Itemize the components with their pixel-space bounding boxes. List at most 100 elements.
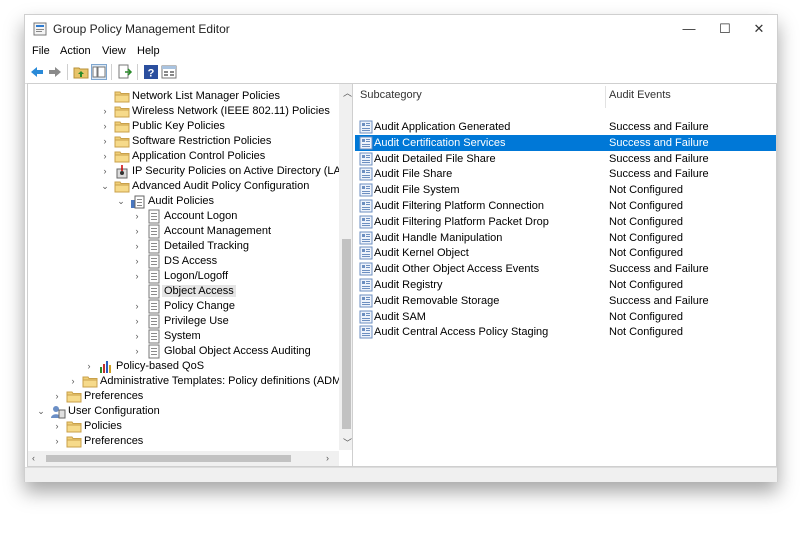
subcategory-row[interactable]: Audit Handle Manipulation Not Configured bbox=[355, 230, 776, 246]
tree-node-label: Account Logon bbox=[164, 210, 238, 222]
scroll-left-icon[interactable]: ‹ bbox=[32, 453, 35, 463]
subcategory-row[interactable]: Audit File System Not Configured bbox=[355, 182, 776, 198]
collapsed-arrow-icon[interactable]: › bbox=[132, 226, 142, 236]
console-tree-pane[interactable]: Network List Manager Policies › Wireless N… bbox=[27, 83, 355, 467]
close-button[interactable]: ✕ bbox=[741, 15, 777, 43]
gpo-editor-app-icon bbox=[33, 22, 47, 36]
audit-events-value: Success and Failure bbox=[609, 294, 709, 307]
audit-setting-icon bbox=[359, 199, 373, 213]
expanded-arrow-icon[interactable]: ⌄ bbox=[100, 181, 110, 191]
collapsed-arrow-icon[interactable]: › bbox=[68, 376, 78, 386]
subcategory-name: Audit Other Object Access Events bbox=[374, 263, 540, 276]
tree-node-label: Wireless Network (IEEE 802.11) Policies bbox=[132, 105, 330, 117]
menu-action[interactable]: Action bbox=[60, 45, 91, 57]
column-header-subcategory[interactable]: Subcategory bbox=[360, 89, 422, 101]
back-arrow-icon[interactable] bbox=[29, 64, 45, 80]
collapsed-arrow-icon[interactable]: › bbox=[84, 361, 94, 371]
forward-arrow-icon[interactable] bbox=[47, 64, 63, 80]
subcategory-name: Audit Filtering Platform Connection bbox=[374, 200, 544, 212]
help-icon[interactable]: ? bbox=[143, 64, 159, 80]
collapsed-arrow-icon[interactable]: › bbox=[100, 136, 110, 146]
collapsed-arrow-icon[interactable]: › bbox=[52, 391, 62, 401]
subcategory-row[interactable]: Audit Certification Services Success and … bbox=[355, 134, 776, 151]
collapsed-arrow-icon[interactable]: › bbox=[100, 166, 110, 176]
tree-node-label: Logon/Logoff bbox=[164, 270, 229, 282]
subcategory-row[interactable]: Audit SAM Not Configured bbox=[355, 309, 776, 325]
folder-icon bbox=[66, 389, 82, 404]
user-config-icon bbox=[50, 404, 66, 419]
scroll-right-icon[interactable]: › bbox=[326, 453, 329, 463]
expanded-arrow-icon[interactable]: ⌄ bbox=[36, 406, 46, 416]
tree-node-label: Preferences bbox=[84, 390, 144, 402]
subcategory-row[interactable]: Audit Removable Storage Success and Failu… bbox=[355, 293, 776, 309]
qos-chart-icon bbox=[98, 359, 114, 374]
tree-node-label: Policy Change bbox=[164, 300, 235, 312]
audit-events-value: Not Configured bbox=[609, 184, 683, 197]
policy-page-icon bbox=[146, 344, 162, 359]
folder-icon bbox=[114, 119, 130, 134]
audit-events-value: Not Configured bbox=[609, 310, 683, 323]
menu-view[interactable]: View bbox=[102, 45, 126, 57]
show-hide-console-tree-icon[interactable] bbox=[91, 64, 107, 80]
maximize-button[interactable]: ☐ bbox=[707, 15, 743, 43]
collapsed-arrow-icon[interactable]: › bbox=[132, 346, 142, 356]
toolbar: ? bbox=[25, 61, 777, 84]
export-list-icon[interactable] bbox=[117, 64, 133, 80]
subcategory-row[interactable]: Audit Detailed File Share Success and Fai… bbox=[355, 151, 776, 167]
collapsed-arrow-icon[interactable]: › bbox=[132, 331, 142, 341]
collapsed-arrow-icon[interactable]: › bbox=[100, 121, 110, 131]
subcategory-name: Audit Certification Services bbox=[374, 136, 506, 149]
details-pane[interactable]: Subcategory Audit Events Audit Applicati… bbox=[352, 83, 777, 467]
collapsed-arrow-icon[interactable]: › bbox=[132, 211, 142, 221]
subcategory-row[interactable]: Audit Central Access Policy Staging Not C… bbox=[355, 324, 776, 340]
window-title: Group Policy Management Editor bbox=[53, 22, 230, 36]
collapsed-arrow-icon[interactable]: › bbox=[100, 106, 110, 116]
column-header-audit-events[interactable]: Audit Events bbox=[609, 89, 671, 101]
properties-view-icon[interactable] bbox=[161, 64, 177, 80]
collapsed-arrow-icon[interactable]: › bbox=[132, 256, 142, 266]
collapsed-arrow-icon[interactable]: › bbox=[132, 271, 142, 281]
expanded-arrow-icon[interactable]: ⌄ bbox=[116, 196, 126, 206]
collapsed-arrow-icon[interactable]: › bbox=[132, 301, 142, 311]
column-divider[interactable] bbox=[605, 86, 606, 108]
audit-setting-icon bbox=[359, 231, 373, 245]
tree-node-label: IP Security Policies on Active Directory… bbox=[132, 165, 354, 177]
collapsed-arrow-icon[interactable]: › bbox=[132, 241, 142, 251]
minimize-button[interactable]: — bbox=[671, 15, 707, 43]
subcategory-name: Audit SAM bbox=[374, 310, 426, 323]
subcategory-row[interactable]: Audit Filtering Platform Connection Not C… bbox=[355, 198, 776, 214]
tree-node-label: Software Restriction Policies bbox=[132, 135, 272, 147]
menu-file[interactable]: File bbox=[32, 45, 50, 57]
scroll-up-icon[interactable]: ︿ bbox=[343, 86, 352, 99]
subcategory-row[interactable]: Audit Registry Not Configured bbox=[355, 277, 776, 293]
folder-icon bbox=[114, 179, 130, 194]
subcategory-row[interactable]: Audit File Share Success and Failure bbox=[355, 166, 776, 182]
audit-events-value: Not Configured bbox=[609, 215, 683, 228]
tree-node-label: Global Object Access Auditing bbox=[164, 345, 311, 357]
scroll-down-icon[interactable]: ﹀ bbox=[343, 436, 352, 449]
tree-vertical-scroll-thumb[interactable] bbox=[342, 239, 351, 429]
collapsed-arrow-icon[interactable]: › bbox=[52, 421, 62, 431]
collapsed-arrow-icon[interactable]: › bbox=[132, 316, 142, 326]
policy-page-icon bbox=[146, 209, 162, 224]
audit-setting-icon bbox=[359, 310, 373, 324]
tree-horizontal-scroll-thumb[interactable] bbox=[46, 455, 291, 462]
subcategory-name: Audit Filtering Platform Packet Drop bbox=[374, 215, 549, 228]
folder-icon bbox=[66, 419, 82, 434]
folder-icon bbox=[82, 374, 98, 389]
subcategory-row[interactable]: Audit Application Generated Success and F… bbox=[355, 119, 776, 135]
audit-events-value: Not Configured bbox=[609, 231, 683, 244]
subcategory-row[interactable]: Audit Filtering Platform Packet Drop Not … bbox=[355, 214, 776, 230]
subcategory-name: Audit File Share bbox=[374, 168, 453, 181]
title-bar[interactable]: Group Policy Management Editor — ☐ ✕ bbox=[25, 15, 777, 43]
collapsed-arrow-icon[interactable]: › bbox=[100, 151, 110, 161]
subcategory-row[interactable]: Audit Other Object Access Events Success … bbox=[355, 261, 776, 277]
menu-help[interactable]: Help bbox=[137, 45, 160, 57]
subcategory-row[interactable]: Audit Kernel Object Not Configured bbox=[355, 245, 776, 261]
up-folder-icon[interactable] bbox=[73, 64, 89, 80]
collapsed-arrow-icon[interactable]: › bbox=[52, 436, 62, 446]
audit-events-value: Not Configured bbox=[609, 200, 683, 212]
tree-horizontal-scrollbar[interactable]: ‹ › bbox=[28, 451, 339, 466]
policy-page-icon bbox=[146, 284, 162, 299]
toolbar-separator bbox=[137, 64, 138, 80]
